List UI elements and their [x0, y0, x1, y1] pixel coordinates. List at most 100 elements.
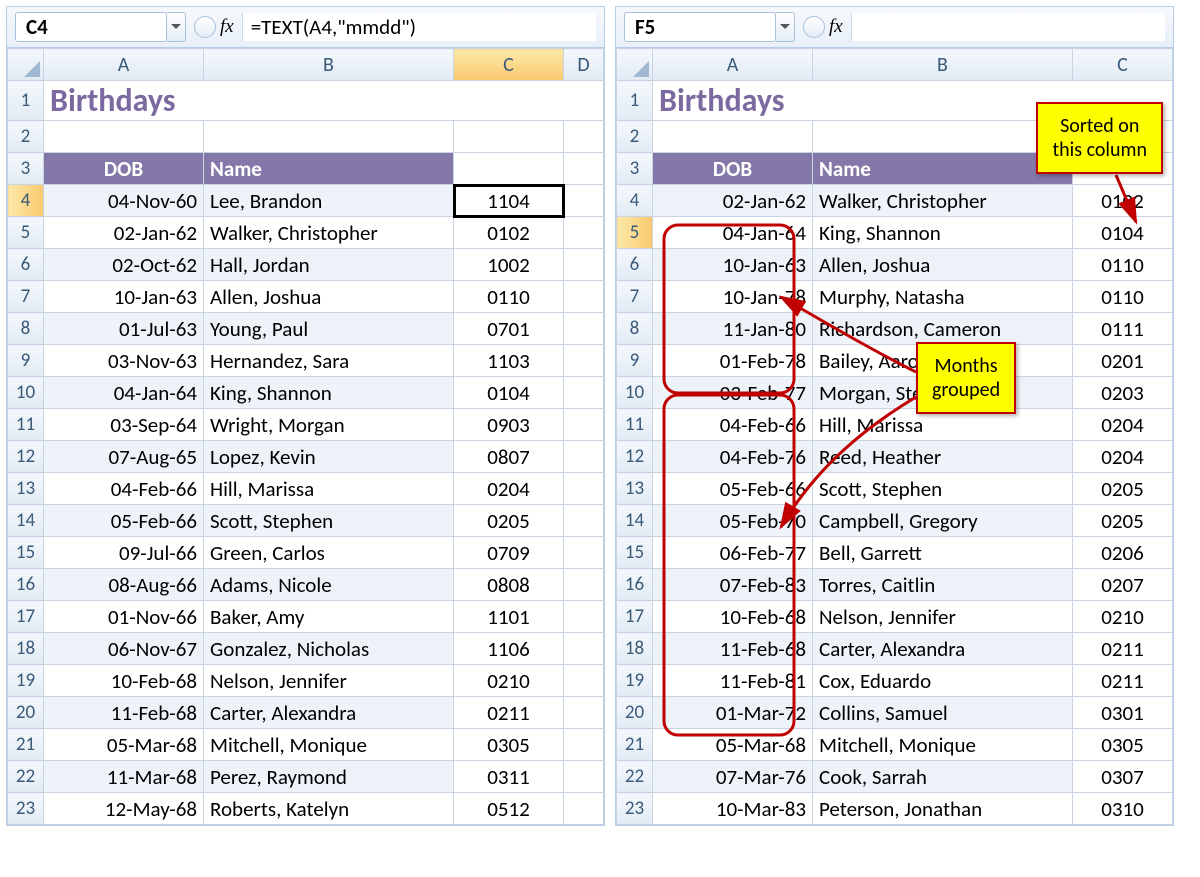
cell[interactable]	[564, 153, 604, 185]
cell-code[interactable]: 0204	[1073, 441, 1173, 473]
cell-name[interactable]: Bell, Garrett	[813, 537, 1073, 569]
cell[interactable]	[564, 793, 604, 825]
cell[interactable]	[564, 409, 604, 441]
row-header[interactable]: 14	[617, 505, 653, 537]
col-header-B[interactable]: B	[204, 49, 454, 81]
cell-name[interactable]: King, Shannon	[813, 217, 1073, 249]
cell-code[interactable]: 0110	[454, 281, 564, 313]
cell[interactable]	[564, 185, 604, 217]
cell-dob[interactable]: 12-May-68	[44, 793, 204, 825]
cell-code[interactable]: 0111	[1073, 313, 1173, 345]
cell[interactable]	[653, 121, 813, 153]
cell-code[interactable]: 1106	[454, 633, 564, 665]
row-header[interactable]: 1	[617, 81, 653, 121]
cell-name[interactable]: Hill, Marissa	[204, 473, 454, 505]
formula-input[interactable]	[851, 13, 1165, 41]
name-box[interactable]: C4	[15, 12, 167, 42]
cell-dob[interactable]: 11-Feb-68	[44, 697, 204, 729]
cell-name[interactable]: Green, Carlos	[204, 537, 454, 569]
cell-dob[interactable]: 04-Nov-60	[44, 185, 204, 217]
row-header[interactable]: 17	[617, 601, 653, 633]
cell[interactable]	[564, 441, 604, 473]
cell-name[interactable]: Campbell, Gregory	[813, 505, 1073, 537]
cell-name[interactable]: Torres, Caitlin	[813, 569, 1073, 601]
cell-dob[interactable]: 06-Nov-67	[44, 633, 204, 665]
cell-code[interactable]: 0204	[454, 473, 564, 505]
row-header[interactable]: 8	[8, 313, 44, 345]
cell-code[interactable]: 0305	[1073, 729, 1173, 761]
cell-code[interactable]: 0102	[1073, 185, 1173, 217]
cell-name[interactable]: Allen, Joshua	[204, 281, 454, 313]
cell-name[interactable]: Cook, Sarrah	[813, 761, 1073, 793]
cell-dob[interactable]: 01-Mar-72	[653, 697, 813, 729]
row-header[interactable]: 10	[617, 377, 653, 409]
cell-code[interactable]: 0205	[1073, 473, 1173, 505]
row-header[interactable]: 3	[617, 153, 653, 185]
col-header-C[interactable]: C	[1073, 49, 1173, 81]
row-header[interactable]: 19	[8, 665, 44, 697]
cell[interactable]	[564, 345, 604, 377]
cell-name[interactable]: Scott, Stephen	[813, 473, 1073, 505]
cell-code[interactable]: 0204	[1073, 409, 1173, 441]
cell-code[interactable]: 0201	[1073, 345, 1173, 377]
row-header[interactable]: 12	[8, 441, 44, 473]
cell-code[interactable]: 0307	[1073, 761, 1173, 793]
row-header[interactable]: 4	[8, 185, 44, 217]
cell-dob[interactable]: 06-Feb-77	[653, 537, 813, 569]
col-header-C[interactable]: C	[454, 49, 564, 81]
cell-name[interactable]: King, Shannon	[204, 377, 454, 409]
cell-dob[interactable]: 01-Nov-66	[44, 601, 204, 633]
select-all-corner[interactable]	[617, 49, 653, 81]
cell-code[interactable]: 0701	[454, 313, 564, 345]
row-header[interactable]: 20	[617, 697, 653, 729]
cell-dob[interactable]: 02-Oct-62	[44, 249, 204, 281]
cell-code[interactable]: 0205	[1073, 505, 1173, 537]
cell-dob[interactable]: 02-Jan-62	[653, 185, 813, 217]
cell-name[interactable]: Nelson, Jennifer	[813, 601, 1073, 633]
cell-dob[interactable]: 01-Feb-78	[653, 345, 813, 377]
cell[interactable]	[564, 761, 604, 793]
cell-code[interactable]: 0903	[454, 409, 564, 441]
col-header-A[interactable]: A	[44, 49, 204, 81]
cell-name[interactable]: Hall, Jordan	[204, 249, 454, 281]
cell-code[interactable]: 1104	[454, 185, 564, 217]
cell-dob[interactable]: 11-Feb-68	[653, 633, 813, 665]
cell-code[interactable]: 0512	[454, 793, 564, 825]
cell[interactable]	[564, 249, 604, 281]
cell-dob[interactable]: 08-Aug-66	[44, 569, 204, 601]
cell-dob[interactable]: 07-Aug-65	[44, 441, 204, 473]
row-header[interactable]: 23	[617, 793, 653, 825]
cell[interactable]	[564, 697, 604, 729]
cell[interactable]	[564, 217, 604, 249]
header-dob[interactable]: DOB	[653, 153, 813, 185]
cell-code[interactable]: 0808	[454, 569, 564, 601]
cell-name[interactable]: Baker, Amy	[204, 601, 454, 633]
cell-dob[interactable]: 03-Nov-63	[44, 345, 204, 377]
cell-dob[interactable]: 05-Mar-68	[44, 729, 204, 761]
row-header[interactable]: 4	[617, 185, 653, 217]
cell-dob[interactable]: 07-Feb-83	[653, 569, 813, 601]
name-box-dropdown[interactable]	[776, 12, 795, 42]
cell-dob[interactable]: 10-Jan-63	[44, 281, 204, 313]
name-box[interactable]: F5	[624, 12, 776, 42]
row-header[interactable]: 21	[8, 729, 44, 761]
row-header[interactable]: 9	[8, 345, 44, 377]
row-header[interactable]: 23	[8, 793, 44, 825]
cell-name[interactable]: Gonzalez, Nicholas	[204, 633, 454, 665]
cell-name[interactable]: Hernandez, Sara	[204, 345, 454, 377]
grid[interactable]: ABCD1Birthdays23DOBName404-Nov-60Lee, Br…	[7, 48, 604, 825]
cell-name[interactable]: Mitchell, Monique	[813, 729, 1073, 761]
row-header[interactable]: 6	[617, 249, 653, 281]
cell-code[interactable]: 0104	[1073, 217, 1173, 249]
cell-code[interactable]: 0104	[454, 377, 564, 409]
cell-name[interactable]: Peterson, Jonathan	[813, 793, 1073, 825]
cell[interactable]	[564, 505, 604, 537]
fx-label[interactable]: fx	[829, 16, 843, 38]
cell-dob[interactable]: 10-Mar-83	[653, 793, 813, 825]
cell-dob[interactable]: 04-Feb-66	[44, 473, 204, 505]
cell-name[interactable]: Perez, Raymond	[204, 761, 454, 793]
cell-code[interactable]: 0110	[1073, 281, 1173, 313]
cell-dob[interactable]: 03-Sep-64	[44, 409, 204, 441]
cell-code[interactable]: 0807	[454, 441, 564, 473]
cell-dob[interactable]: 10-Feb-68	[653, 601, 813, 633]
